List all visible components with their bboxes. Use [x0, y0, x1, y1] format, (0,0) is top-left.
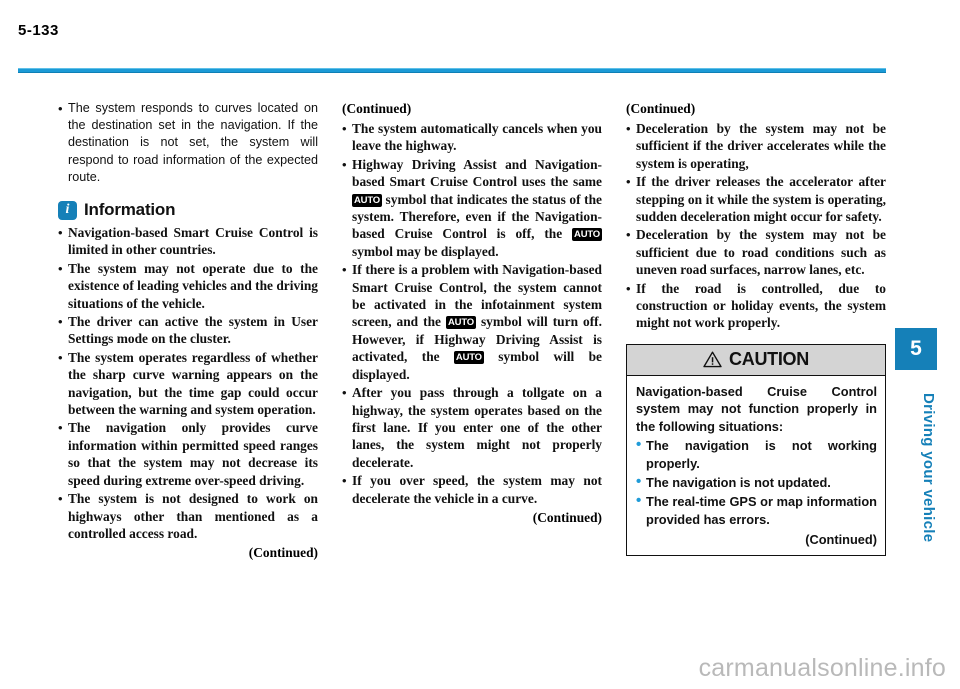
information-icon: i	[58, 200, 77, 220]
bullet-dot-icon: •	[58, 225, 63, 241]
bullet-dot-icon: •	[626, 227, 631, 243]
caution-continued: (Continued)	[805, 532, 877, 548]
information-heading: i Information	[58, 200, 318, 220]
list-item: • Deceleration by the system may not be s…	[626, 120, 886, 172]
caution-bullets: • The navigation is not working properly.…	[636, 437, 877, 528]
list-item-text: If the road is controlled, due to constr…	[636, 280, 886, 331]
bullet-dot-icon: •	[342, 262, 347, 278]
auto-symbol-chip: AUTO	[453, 351, 484, 365]
column-one-continued: (Continued)	[248, 545, 318, 561]
list-item-text: The navigation is not working properly.	[646, 438, 877, 471]
caution-body: Navigation-based Cruise Control system m…	[627, 376, 885, 555]
column-two: (Continued) • The system automatically ca…	[342, 100, 602, 562]
list-item: • The driver can active the system in Use…	[58, 313, 318, 348]
list-item: • The system operates regardless of wheth…	[58, 349, 318, 419]
bullet-dot-icon: •	[626, 174, 631, 190]
list-item: • The system responds to curves located …	[58, 100, 318, 186]
column-three-bullets: • Deceleration by the system may not be s…	[626, 120, 886, 332]
bullet-dot-icon: •	[626, 121, 631, 136]
list-item: • If the driver releases the accelerator …	[626, 173, 886, 225]
bullet-dot-icon: •	[342, 473, 347, 489]
list-item: • The real-time GPS or map information pr…	[636, 493, 877, 528]
list-item-text: The navigation only provides curve infor…	[68, 420, 318, 488]
list-item: • Highway Driving Assist and Navigation-b…	[342, 156, 602, 260]
information-bullets: • Navigation-based Smart Cruise Control i…	[58, 224, 318, 542]
list-item-text: The system automatically cancels when yo…	[352, 121, 602, 154]
list-item: • The system automatically cancels when y…	[342, 120, 602, 155]
bullet-dot-icon: •	[342, 121, 347, 136]
bullet-dot-icon: •	[58, 491, 63, 507]
column-one: • The system responds to curves located …	[58, 100, 318, 562]
caution-title: CAUTION	[729, 349, 809, 370]
list-item-text: The driver can active the system in User…	[68, 314, 318, 347]
list-item: • The navigation is not working properly.	[636, 437, 877, 472]
auto-symbol-chip: AUTO	[572, 228, 602, 242]
list-item-text: The system is not designed to work on hi…	[68, 491, 318, 541]
content-columns: • The system responds to curves located …	[58, 100, 886, 562]
list-item-text: The real-time GPS or map information pro…	[646, 494, 877, 527]
bullet-dot-icon: •	[58, 260, 63, 276]
list-item-text: After you pass through a tollgate on a h…	[352, 385, 602, 470]
auto-symbol-chip: AUTO	[446, 316, 476, 330]
list-item: • If there is a problem with Navigation-b…	[342, 261, 602, 383]
column-three-continued-head: (Continued)	[626, 101, 696, 116]
column-two-continued-head: (Continued)	[342, 101, 412, 116]
list-item-text: The navigation is not updated.	[646, 474, 831, 490]
list-item-text: If there is a problem with Navigation-ba…	[352, 262, 602, 382]
bullet-dot-icon: •	[636, 492, 642, 510]
list-item: • If the road is controlled, due to const…	[626, 280, 886, 332]
caution-intro: Navigation-based Cruise Control system m…	[636, 383, 877, 434]
list-item-text: If the driver releases the accelerator a…	[636, 174, 886, 225]
list-item: • The navigation only provides curve info…	[58, 419, 318, 489]
list-item: • Deceleration by the system may not be s…	[626, 226, 886, 278]
bullet-dot-icon: •	[636, 472, 642, 490]
caution-header: CAUTION	[627, 344, 885, 376]
column-two-bullets: • The system automatically cancels when y…	[342, 120, 602, 507]
list-item-text: Deceleration by the system may not be su…	[636, 227, 886, 278]
bullet-dot-icon: •	[342, 385, 347, 401]
bullet-dot-icon: •	[58, 314, 63, 330]
information-title: Information	[84, 200, 176, 220]
page-number: 5-133	[18, 22, 59, 39]
bullet-dot-icon: •	[636, 436, 642, 454]
list-item: • The navigation is not updated.	[636, 472, 877, 491]
header-rule	[18, 68, 886, 73]
bullet-dot-icon: •	[58, 101, 63, 116]
list-item-text: Navigation-based Smart Cruise Control is…	[68, 225, 318, 258]
list-item: • The system is not designed to work on h…	[58, 490, 318, 542]
caution-box: CAUTION Navigation-based Cruise Control …	[626, 343, 886, 556]
list-item-text: The system may not operate due to the ex…	[68, 260, 318, 311]
lead-bullet-block: • The system responds to curves located …	[58, 100, 318, 186]
bullet-dot-icon: •	[342, 156, 347, 172]
list-item: • The system may not operate due to the e…	[58, 260, 318, 312]
bullet-dot-icon: •	[58, 420, 63, 436]
warning-triangle-icon	[703, 351, 722, 368]
lead-bullet-text: The system responds to curves located on…	[68, 101, 318, 184]
chapter-label: Driving your vehicle	[920, 393, 937, 543]
watermark: carmanualsonline.info	[698, 654, 946, 682]
column-two-continued: (Continued)	[532, 509, 602, 525]
bullet-dot-icon: •	[58, 349, 63, 365]
list-item: • Navigation-based Smart Cruise Control i…	[58, 224, 318, 259]
list-item-text: The system operates regardless of whethe…	[68, 349, 318, 418]
list-item: • After you pass through a tollgate on a …	[342, 384, 602, 471]
list-item: • If you over speed, the system may not d…	[342, 472, 602, 507]
column-three: (Continued) • Deceleration by the system …	[626, 100, 886, 562]
list-item-text: Deceleration by the system may not be su…	[636, 121, 886, 171]
list-item-text: Highway Driving Assist and Navigation-ba…	[352, 156, 602, 259]
bullet-dot-icon: •	[626, 280, 631, 296]
list-item-text: If you over speed, the system may not de…	[352, 473, 602, 506]
auto-symbol-chip: AUTO	[352, 193, 382, 207]
chapter-number-tab: 5	[895, 328, 937, 370]
